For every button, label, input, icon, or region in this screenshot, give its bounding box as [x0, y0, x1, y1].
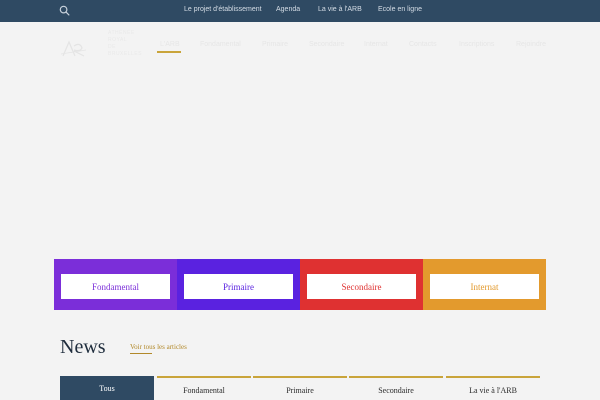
category-card-internat[interactable]: Internat [423, 259, 546, 310]
logo-line: ATHÉNÉE [108, 30, 135, 36]
category-label: Fondamental [92, 281, 139, 292]
category-button-primaire[interactable]: Primaire [184, 274, 293, 299]
see-all-underline [130, 353, 152, 354]
news-heading: News [60, 336, 106, 358]
category-card-secondaire[interactable]: Secondaire [300, 259, 423, 310]
category-card-primaire[interactable]: Primaire [177, 259, 300, 310]
category-label: Primaire [223, 281, 254, 292]
nav-rejoindre[interactable]: Rejoindre [516, 41, 546, 48]
category-card-fondamental[interactable]: Fondamental [54, 259, 177, 310]
logo-line: DE [108, 44, 116, 50]
tab-fondamental[interactable]: Fondamental [157, 376, 251, 400]
toplink-ecole-en-ligne[interactable]: Ecole en ligne [378, 6, 422, 13]
top-links: Le projet d'établissement Agenda La vie … [0, 0, 600, 22]
category-label: Secondaire [341, 281, 382, 292]
tab-vie-arb[interactable]: La vie à l'ARB [446, 376, 540, 400]
tab-primaire[interactable]: Primaire [253, 376, 347, 400]
category-button-secondaire[interactable]: Secondaire [307, 274, 416, 299]
logo-icon[interactable] [60, 36, 88, 60]
main-header [0, 22, 600, 70]
category-button-fondamental[interactable]: Fondamental [61, 274, 170, 299]
toplink-vie-arb[interactable]: La vie à l'ARB [318, 6, 362, 13]
nav-arb[interactable]: L'ARB [160, 41, 180, 48]
logo-line: ROYAL [108, 37, 128, 43]
nav-contacts[interactable]: Contacts [409, 41, 437, 48]
toplink-projet[interactable]: Le projet d'établissement [184, 6, 262, 13]
category-label: Internat [470, 281, 499, 292]
logo-line: BRUXELLES [108, 51, 142, 57]
tab-tous[interactable]: Tous [60, 376, 154, 400]
nav-fondamental[interactable]: Fondamental [200, 41, 241, 48]
nav-inscriptions[interactable]: Inscriptions [459, 41, 494, 48]
nav-secondaire[interactable]: Secondaire [309, 41, 344, 48]
see-all-articles-link[interactable]: Voir tous les articles [130, 343, 187, 351]
category-button-internat[interactable]: Internat [430, 274, 539, 299]
nav-internat[interactable]: Internat [364, 41, 388, 48]
tab-secondaire[interactable]: Secondaire [349, 376, 443, 400]
top-bar: Le projet d'établissement Agenda La vie … [0, 0, 600, 22]
nav-primaire[interactable]: Primaire [262, 41, 288, 48]
toplink-agenda[interactable]: Agenda [276, 6, 300, 13]
nav-active-indicator [157, 51, 181, 53]
logo-text: ATHÉNÉE ROYAL DE BRUXELLES [108, 30, 142, 58]
